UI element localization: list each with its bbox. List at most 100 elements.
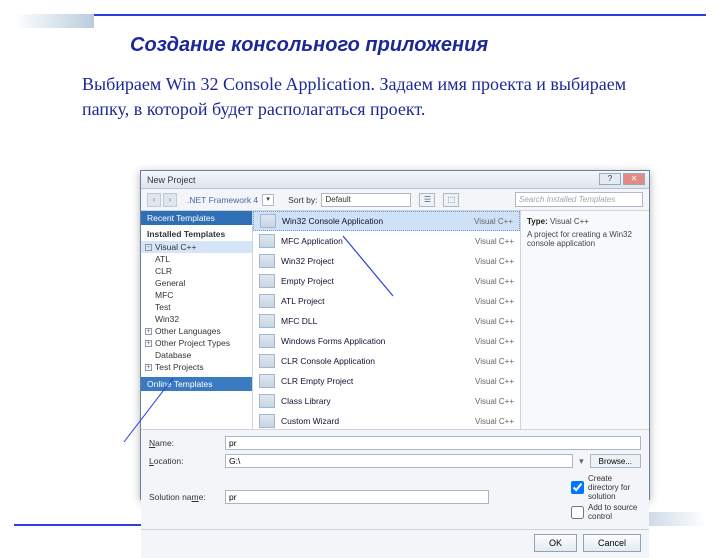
search-input[interactable]: Search Installed Templates xyxy=(515,192,643,207)
template-icon xyxy=(259,274,275,288)
location-input[interactable] xyxy=(225,454,573,468)
name-label: Name: xyxy=(149,438,219,448)
expand-icon: + xyxy=(145,340,152,347)
template-item-9[interactable]: Class Library Visual C++ xyxy=(253,391,520,411)
template-item-3[interactable]: Empty Project Visual C++ xyxy=(253,271,520,291)
templates-sidebar: Recent Templates Installed Templates -Vi… xyxy=(141,211,253,429)
detail-type-label: Type: xyxy=(527,217,548,226)
dialog-actions: OK Cancel xyxy=(141,529,649,558)
sidebar-item-test[interactable]: Test xyxy=(141,301,252,313)
template-name: MFC DLL xyxy=(281,316,469,326)
solution-name-input[interactable] xyxy=(225,490,489,504)
template-type: Visual C++ xyxy=(475,397,514,406)
nav-back-icon[interactable]: ‹ xyxy=(147,193,161,207)
help-button[interactable]: ? xyxy=(599,173,621,185)
template-icon xyxy=(260,214,276,228)
dialog-toolbar: ‹ › .NET Framework 4 ▾ Sort by: Default … xyxy=(141,189,649,211)
sidebar-lang-vcpp[interactable]: -Visual C++ xyxy=(141,241,252,253)
template-type: Visual C++ xyxy=(475,337,514,346)
view-mode-button-2[interactable]: ⬚ xyxy=(443,193,459,207)
new-project-dialog: New Project ? ✕ ‹ › .NET Framework 4 ▾ S… xyxy=(140,170,650,500)
detail-type-value: Visual C++ xyxy=(550,217,589,226)
sidebar-item-clr[interactable]: CLR xyxy=(141,265,252,277)
view-mode-button[interactable]: ☰ xyxy=(419,193,435,207)
sidebar-item-general[interactable]: General xyxy=(141,277,252,289)
template-type: Visual C++ xyxy=(475,417,514,426)
dialog-body: Recent Templates Installed Templates -Vi… xyxy=(141,211,649,429)
template-icon xyxy=(259,234,275,248)
collapse-icon: - xyxy=(145,244,152,251)
template-name: Win32 Console Application xyxy=(282,216,468,226)
template-type: Visual C++ xyxy=(475,297,514,306)
template-type: Visual C++ xyxy=(475,377,514,386)
sidebar-database[interactable]: Database xyxy=(141,349,252,361)
template-icon xyxy=(259,294,275,308)
framework-selector[interactable]: .NET Framework 4 xyxy=(187,195,258,205)
template-type: Visual C++ xyxy=(474,217,513,226)
template-type: Visual C++ xyxy=(475,277,514,286)
sort-label: Sort by: xyxy=(288,195,317,205)
cancel-button[interactable]: Cancel xyxy=(583,534,641,552)
dialog-titlebar: New Project ? ✕ xyxy=(141,171,649,189)
solution-name-label: Solution name: xyxy=(149,492,219,502)
template-item-2[interactable]: Win32 Project Visual C++ xyxy=(253,251,520,271)
name-input[interactable] xyxy=(225,436,641,450)
template-item-8[interactable]: CLR Empty Project Visual C++ xyxy=(253,371,520,391)
template-item-7[interactable]: CLR Console Application Visual C++ xyxy=(253,351,520,371)
sidebar-online-header[interactable]: Online Templates xyxy=(141,377,252,391)
sidebar-installed-header[interactable]: Installed Templates xyxy=(141,227,252,241)
sidebar-item-win32[interactable]: Win32 xyxy=(141,313,252,325)
expand-icon: + xyxy=(145,364,152,371)
sidebar-recent-header[interactable]: Recent Templates xyxy=(141,211,252,225)
add-source-control-checkbox[interactable]: Add to source control xyxy=(571,503,641,521)
create-directory-checkbox[interactable]: Create directory for solution xyxy=(571,474,641,501)
decoration-top xyxy=(14,14,94,28)
slide: Создание консольного приложения Выбираем… xyxy=(0,0,720,540)
sidebar-other-languages[interactable]: +Other Languages xyxy=(141,325,252,337)
template-type: Visual C++ xyxy=(475,357,514,366)
template-detail: Type: Visual C++ A project for creating … xyxy=(521,211,649,429)
sidebar-other-project-types[interactable]: +Other Project Types xyxy=(141,337,252,349)
sidebar-item-mfc[interactable]: MFC xyxy=(141,289,252,301)
template-list: Win32 Console ApplicationVisual C++MFC A… xyxy=(253,211,521,429)
template-type: Visual C++ xyxy=(475,237,514,246)
sidebar-item-atl[interactable]: ATL xyxy=(141,253,252,265)
framework-dropdown-icon[interactable]: ▾ xyxy=(262,194,274,206)
project-fields: Name: Location: ▾ Browse... Solution nam… xyxy=(141,429,649,529)
template-icon xyxy=(259,334,275,348)
template-icon xyxy=(259,254,275,268)
template-icon xyxy=(259,394,275,408)
template-name: Empty Project xyxy=(281,276,469,286)
location-label: Location: xyxy=(149,456,219,466)
nav-fwd-icon[interactable]: › xyxy=(163,193,177,207)
template-name: Win32 Project xyxy=(281,256,469,266)
dialog-title-text: New Project xyxy=(147,175,196,185)
template-item-5[interactable]: MFC DLL Visual C++ xyxy=(253,311,520,331)
template-name: Class Library xyxy=(281,396,469,406)
template-icon xyxy=(259,354,275,368)
expand-icon: + xyxy=(145,328,152,335)
close-button[interactable]: ✕ xyxy=(623,173,645,185)
template-item-10[interactable]: Custom Wizard Visual C++ xyxy=(253,411,520,429)
template-item-1[interactable]: MFC Application Visual C++ xyxy=(253,231,520,251)
ok-button[interactable]: OK xyxy=(534,534,577,552)
sidebar-test-projects[interactable]: +Test Projects xyxy=(141,361,252,373)
template-type: Visual C++ xyxy=(475,257,514,266)
template-name: MFC Application xyxy=(281,236,469,246)
template-name: Windows Forms Application xyxy=(281,336,469,346)
sort-select[interactable]: Default xyxy=(321,193,411,207)
browse-button[interactable]: Browse... xyxy=(590,454,641,468)
template-name: Custom Wizard xyxy=(281,416,469,426)
detail-description: A project for creating a Win32 console a… xyxy=(527,230,643,248)
template-name: CLR Empty Project xyxy=(281,376,469,386)
template-type: Visual C++ xyxy=(475,317,514,326)
template-item-0[interactable]: Win32 Console Application Visual C++ xyxy=(253,211,520,231)
template-name: ATL Project xyxy=(281,296,469,306)
slide-paragraph: Выбираем Win 32 Console Application. Зад… xyxy=(82,72,660,122)
template-item-6[interactable]: Windows Forms Application Visual C++ xyxy=(253,331,520,351)
template-icon xyxy=(259,314,275,328)
template-icon xyxy=(259,414,275,428)
template-item-4[interactable]: ATL Project Visual C++ xyxy=(253,291,520,311)
template-icon xyxy=(259,374,275,388)
template-name: CLR Console Application xyxy=(281,356,469,366)
